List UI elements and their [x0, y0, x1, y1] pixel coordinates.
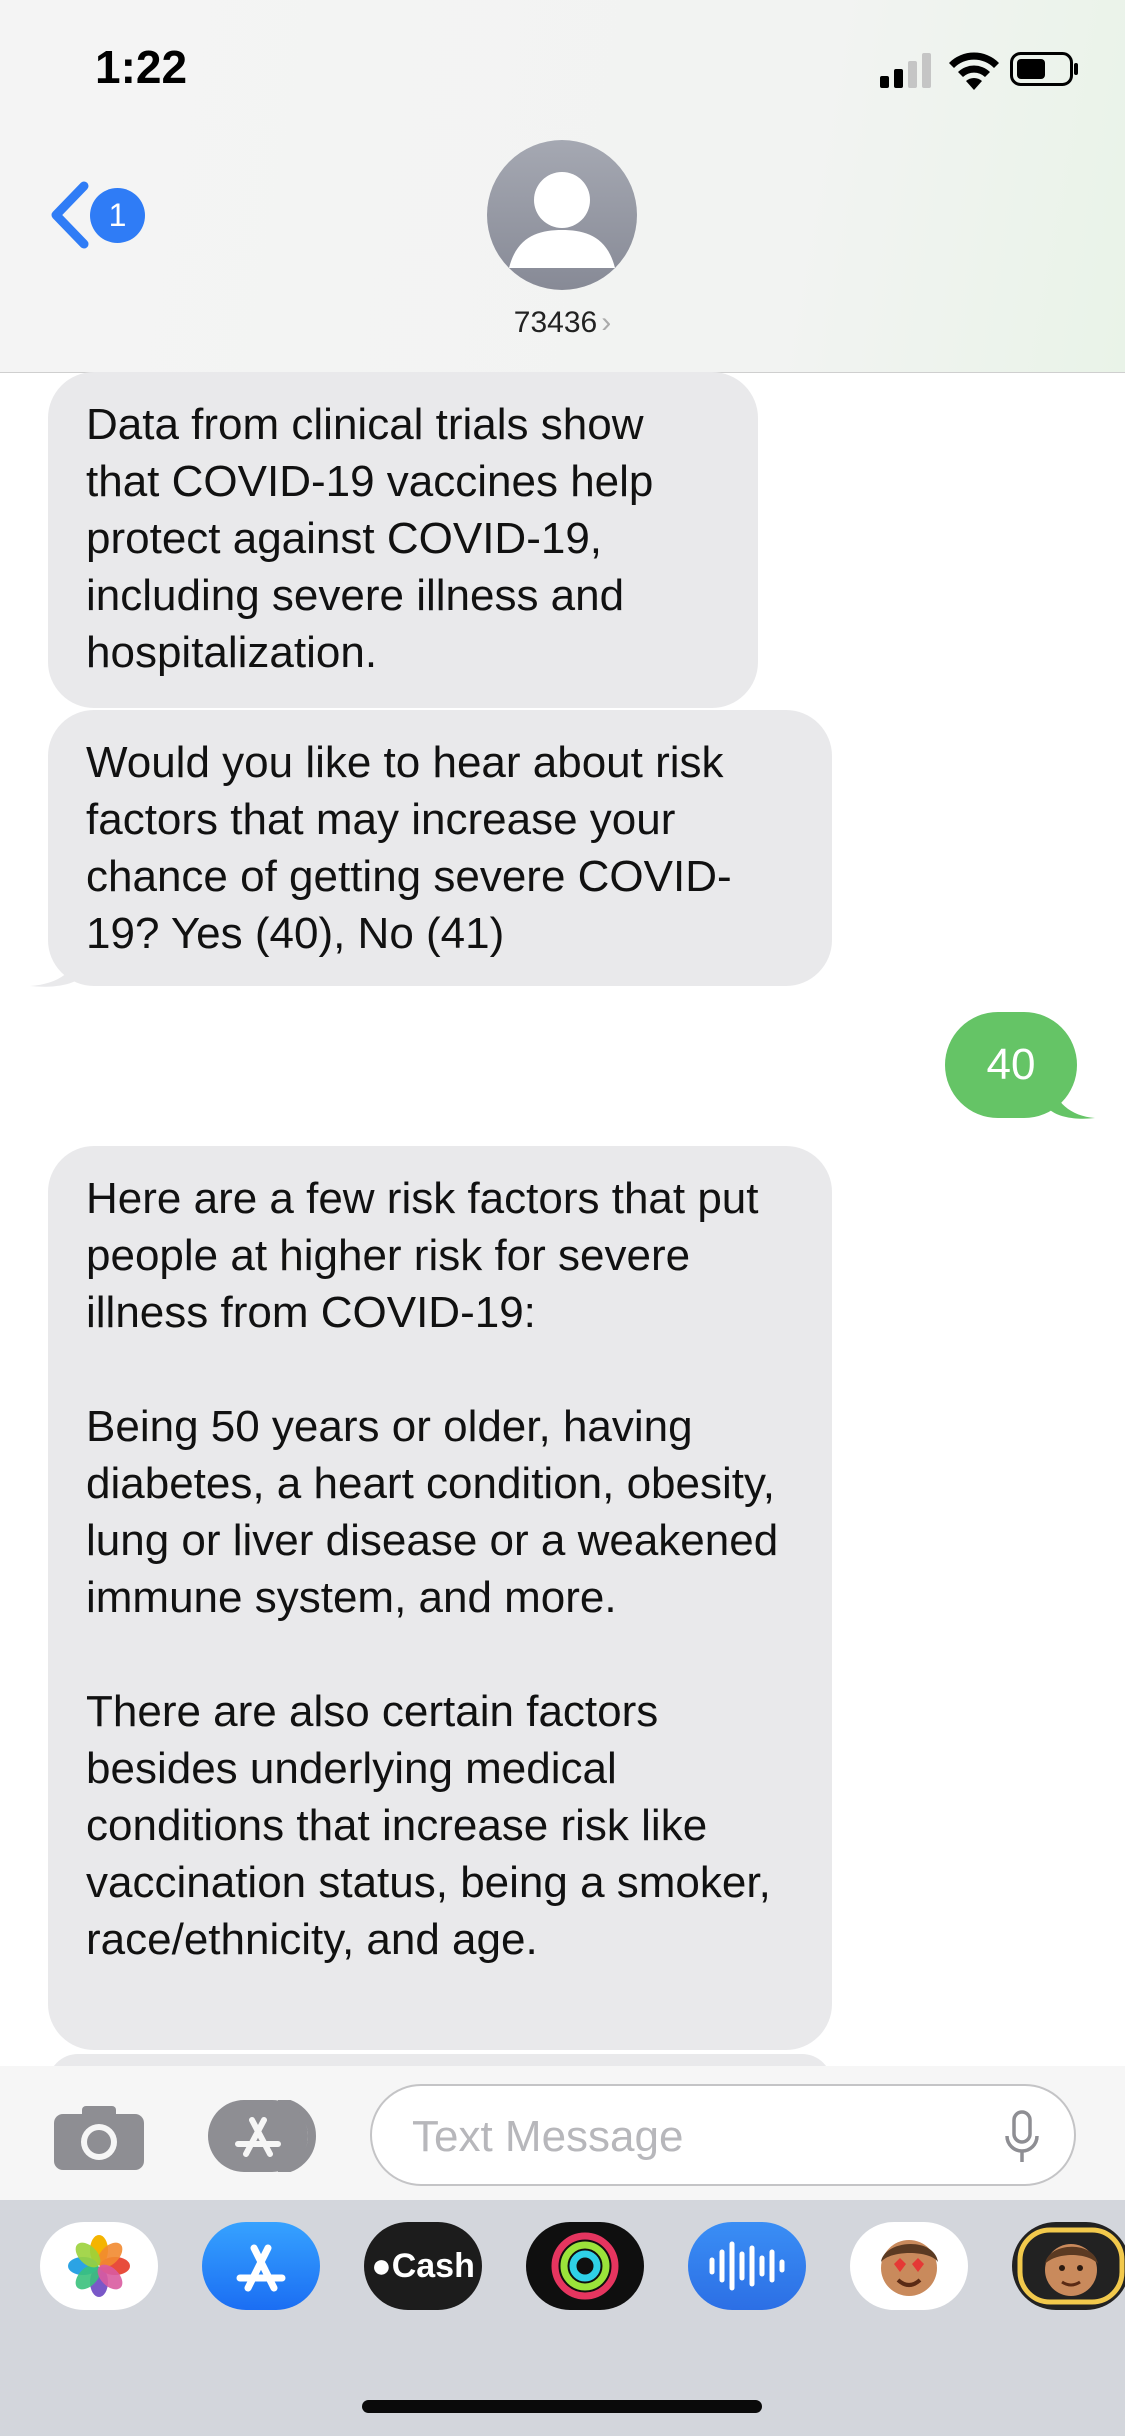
message-input[interactable] — [410, 2106, 974, 2168]
home-indicator[interactable] — [362, 2400, 762, 2413]
apple-logo-icon: ● — [371, 2247, 392, 2285]
status-bar: 1:22 — [0, 0, 1125, 140]
message-field[interactable] — [370, 2084, 1076, 2186]
received-message[interactable]: Data from clinical trials show that COVI… — [48, 372, 758, 708]
activity-icon[interactable] — [526, 2222, 644, 2310]
chevron-right-icon: › — [601, 306, 612, 339]
memoji-icon[interactable] — [1012, 2222, 1125, 2310]
battery-icon — [1010, 52, 1078, 86]
photos-icon[interactable] — [40, 2222, 158, 2310]
received-message[interactable]: Would you like to hear about risk factor… — [48, 710, 832, 986]
voice-memo-icon[interactable] — [688, 2222, 806, 2310]
app-store-icon[interactable] — [202, 2222, 320, 2310]
contact-name: 73436 — [513, 306, 598, 339]
memoji-icon[interactable] — [850, 2222, 968, 2310]
cellular-signal-icon — [880, 53, 931, 88]
cash-label: Cash — [391, 2247, 475, 2285]
status-time: 1:22 — [95, 41, 188, 93]
camera-icon[interactable] — [52, 2104, 147, 2172]
microphone-icon[interactable] — [1004, 2110, 1040, 2164]
bubble-tail-right — [1050, 1080, 1095, 1119]
app-store-drawer-icon[interactable] — [208, 2100, 318, 2172]
conversation-header: 1:22 1 73436 › — [0, 0, 1125, 373]
contact-name-row[interactable]: 73436 › — [0, 306, 1125, 340]
wifi-icon — [949, 52, 999, 90]
received-message[interactable]: Here are a few risk factors that put peo… — [48, 1146, 832, 2050]
person-icon — [509, 172, 615, 268]
unread-badge[interactable]: 1 — [90, 188, 145, 243]
contact-avatar[interactable] — [487, 140, 637, 290]
bubble-tail-left — [30, 952, 80, 987]
cash-app-icon[interactable]: ●Cash — [364, 2222, 482, 2310]
